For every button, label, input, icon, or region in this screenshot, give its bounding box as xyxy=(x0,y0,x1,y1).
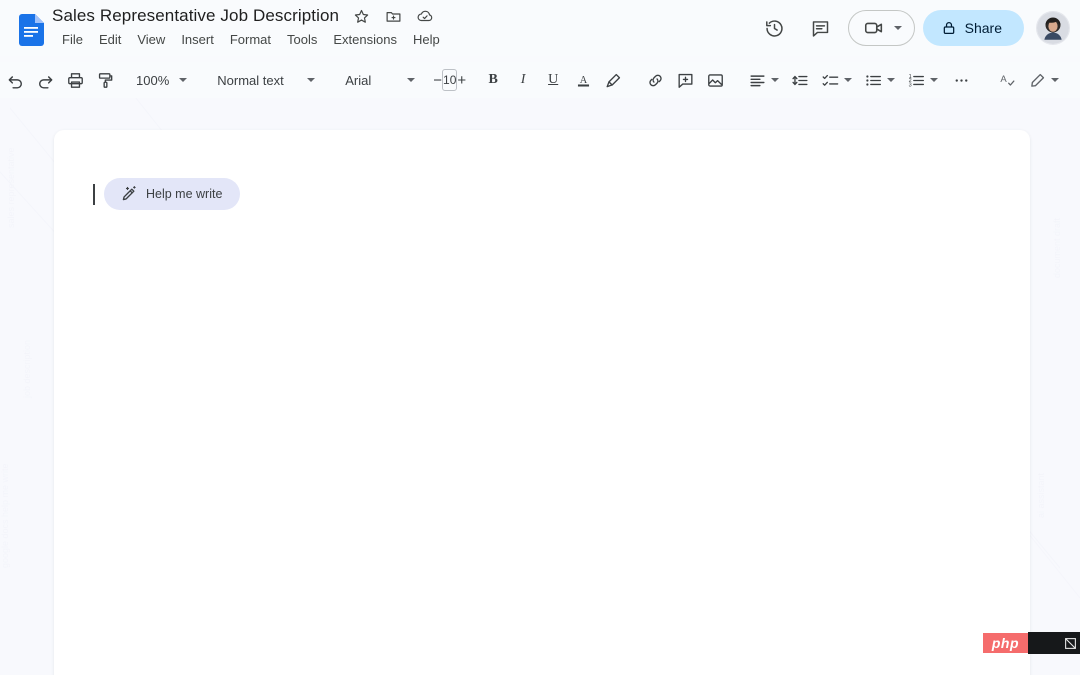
font-family-dropdown[interactable]: Arial xyxy=(333,65,421,95)
svg-text:document draft: document draft xyxy=(1052,217,1062,278)
share-button[interactable]: Share xyxy=(922,10,1024,46)
title-row: Sales Representative Job Description xyxy=(52,6,435,26)
chevron-down-icon xyxy=(771,78,780,82)
chevron-down-icon xyxy=(1051,78,1060,82)
chevron-down-icon xyxy=(407,78,416,82)
menu-item-edit[interactable]: Edit xyxy=(91,30,129,49)
menu-item-format[interactable]: Format xyxy=(222,30,279,49)
highlight-color-icon[interactable] xyxy=(598,65,628,95)
menu-bar: File Edit View Insert Format Tools Exten… xyxy=(54,30,448,49)
chevron-down-icon xyxy=(844,78,853,82)
menu-item-insert[interactable]: Insert xyxy=(173,30,222,49)
help-me-write-label: Help me write xyxy=(146,187,223,201)
php-badge-label: php xyxy=(982,633,1028,653)
document-page[interactable]: Help me write xyxy=(54,130,1030,675)
cloud-saved-icon[interactable] xyxy=(415,6,435,26)
paragraph-style-dropdown[interactable]: Normal text xyxy=(205,65,321,95)
document-canvas: sales representative job description goo… xyxy=(0,98,1080,675)
decrease-font-size-button[interactable]: − xyxy=(433,68,442,92)
move-to-folder-icon[interactable] xyxy=(383,6,403,26)
svg-text:sales representative: sales representative xyxy=(6,147,16,228)
version-history-icon[interactable] xyxy=(756,9,794,47)
chevron-down-icon xyxy=(893,26,902,30)
spelling-check-icon[interactable]: A xyxy=(992,65,1022,95)
italic-button[interactable]: I xyxy=(508,65,538,95)
chevron-down-icon xyxy=(307,78,316,82)
chevron-down-icon xyxy=(930,78,939,82)
menu-item-tools[interactable]: Tools xyxy=(279,30,325,49)
comment-history-icon[interactable] xyxy=(802,9,840,47)
magic-pencil-icon xyxy=(122,186,136,201)
increase-font-size-button[interactable]: + xyxy=(457,68,466,92)
menu-item-extensions[interactable]: Extensions xyxy=(325,30,405,49)
checklist-dropdown[interactable] xyxy=(815,65,858,95)
print-icon[interactable] xyxy=(60,65,90,95)
font-size-input[interactable]: 10 xyxy=(442,69,458,91)
svg-text:3: 3 xyxy=(909,82,912,88)
php-watermark: php xyxy=(982,632,1080,654)
paint-format-icon[interactable] xyxy=(90,65,120,95)
menu-item-help[interactable]: Help xyxy=(405,30,448,49)
zoom-level-value: 100% xyxy=(136,72,170,88)
numbered-list-dropdown[interactable]: 1 2 3 xyxy=(901,65,944,95)
line-spacing-icon[interactable] xyxy=(785,65,815,95)
join-call-button[interactable] xyxy=(847,10,915,46)
svg-text:A: A xyxy=(579,74,587,85)
chevron-down-icon xyxy=(887,78,896,82)
page-title[interactable]: Sales Representative Job Description xyxy=(52,6,339,26)
app-header: Sales Representative Job Description Fil… xyxy=(0,0,1080,56)
zoom-level-dropdown[interactable]: 100% xyxy=(124,65,193,95)
svg-text:A: A xyxy=(1000,74,1007,85)
avatar[interactable] xyxy=(1036,11,1070,45)
php-watermark-block xyxy=(1028,632,1080,654)
editing-mode-dropdown[interactable] xyxy=(1022,65,1065,95)
google-docs-window: Sales Representative Job Description Fil… xyxy=(0,0,1080,675)
watermark-mark-icon xyxy=(1065,637,1076,649)
insert-link-icon[interactable] xyxy=(640,65,670,95)
svg-text:google docs help me write: google docs help me write xyxy=(0,463,10,568)
help-me-write-chip[interactable]: Help me write xyxy=(104,178,241,210)
bold-button[interactable]: B xyxy=(478,65,508,95)
formatting-toolbar: 100% Normal text Arial − 10 + B I U A 1 … xyxy=(0,62,1080,98)
chevron-down-icon xyxy=(179,78,188,82)
add-comment-icon[interactable] xyxy=(670,65,700,95)
undo-icon[interactable] xyxy=(0,65,30,95)
paragraph-style-value: Normal text xyxy=(217,72,284,88)
title-action-icons xyxy=(351,6,435,26)
insert-image-icon[interactable] xyxy=(700,65,730,95)
text-cursor xyxy=(93,184,95,205)
text-color-icon[interactable]: A xyxy=(568,65,598,95)
star-icon[interactable] xyxy=(351,6,371,26)
font-family-value: Arial xyxy=(345,72,372,88)
menu-item-view[interactable]: View xyxy=(129,30,173,49)
svg-text:ai assistant: ai assistant xyxy=(1036,472,1046,518)
header-actions: Share xyxy=(756,9,1070,47)
share-button-label: Share xyxy=(964,20,1002,36)
google-docs-document-icon[interactable] xyxy=(18,14,44,46)
bulleted-list-dropdown[interactable] xyxy=(858,65,901,95)
menu-item-file[interactable]: File xyxy=(54,30,91,49)
more-options-icon[interactable] xyxy=(946,65,976,95)
align-dropdown[interactable] xyxy=(742,65,785,95)
underline-button[interactable]: U xyxy=(538,65,568,95)
redo-icon[interactable] xyxy=(30,65,60,95)
svg-text:job description: job description xyxy=(22,340,32,399)
